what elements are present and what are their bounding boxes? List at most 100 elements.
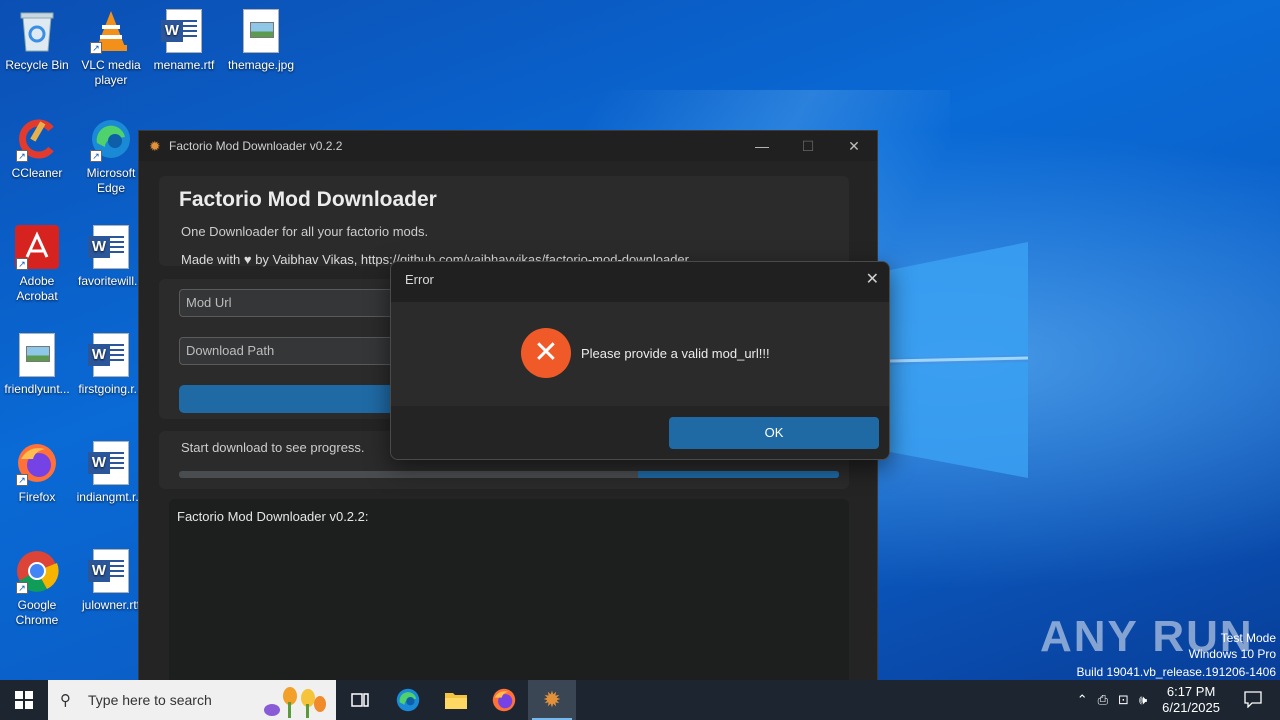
windows-logo-wallpaper (889, 242, 1029, 478)
dialog-titlebar[interactable]: Error ✕ (391, 262, 889, 302)
error-icon: ✕ (521, 328, 571, 378)
minimize-button[interactable]: — (739, 131, 785, 161)
dialog-close-button[interactable]: ✕ (866, 262, 879, 298)
desktop-icon-themage[interactable]: themage.jpg (225, 8, 297, 73)
vlc-icon: ↗ (88, 8, 134, 54)
clock-date: 6/21/2025 (1162, 700, 1220, 715)
dialog-body: ✕ Please provide a valid mod_url!!! (391, 302, 889, 406)
clock-time: 6:17 PM (1166, 684, 1216, 699)
start-button[interactable] (0, 680, 48, 720)
image-file-icon (14, 332, 60, 378)
desktop-icon-label: favoritewill... (77, 274, 145, 288)
error-dialog: Error ✕ ✕ Please provide a valid mod_url… (390, 261, 890, 460)
desktop-icon-recycle-bin[interactable]: Recycle Bin (1, 8, 73, 73)
taskbar-firefox[interactable] (480, 680, 528, 720)
progress-status: Start download to see progress. (181, 440, 365, 455)
dialog-message: Please provide a valid mod_url!!! (581, 346, 770, 361)
header-panel: Factorio Mod Downloader One Downloader f… (159, 176, 849, 267)
search-placeholder: Type here to search (88, 692, 212, 708)
window-controls: — ☐ ✕ (739, 131, 877, 161)
dialog-title: Error (405, 272, 434, 287)
network-icon[interactable]: ⊡ (1113, 692, 1134, 708)
desktop-icon-label: Google Chrome (15, 598, 59, 627)
taskbar-file-explorer[interactable] (432, 680, 480, 720)
progress-bar-fill (637, 471, 839, 478)
gear-icon: ✹ (542, 687, 562, 712)
app-titlebar[interactable]: ✹ Factorio Mod Downloader v0.2.2 — ☐ ✕ (139, 131, 877, 161)
shortcut-arrow-icon: ↗ (90, 150, 102, 162)
edge-icon: ↗ (88, 116, 134, 162)
volume-icon[interactable]: 🕪 (1134, 692, 1152, 708)
watermark-edition: Windows 10 Pro (1188, 647, 1276, 661)
shortcut-arrow-icon: ↗ (90, 42, 102, 54)
desktop-icon-chrome[interactable]: ↗ Google Chrome (1, 548, 73, 628)
word-document-icon: W (161, 8, 207, 54)
desktop-icon-label: Firefox (18, 490, 56, 504)
edge-icon (396, 688, 420, 712)
shortcut-arrow-icon: ↗ (16, 258, 28, 270)
app-subtitle: One Downloader for all your factorio mod… (181, 224, 429, 239)
word-document-icon: W (88, 332, 134, 378)
chrome-icon: ↗ (14, 548, 60, 594)
chevron-up-icon[interactable]: ⌃ (1072, 692, 1093, 708)
system-tray: ⌃ ⎙ ⊡ 🕪 6:17 PM 6/21/2025 (1072, 680, 1280, 720)
desktop-icon-label: julowner.rtf (81, 598, 141, 612)
notification-icon[interactable] (1230, 690, 1280, 711)
tulips-decoration-icon (264, 687, 326, 718)
desktop-icon-label: CCleaner (11, 166, 63, 180)
desktop-icon-vlc[interactable]: ↗ VLC media player (75, 8, 147, 88)
desktop-icon-julowner[interactable]: W julowner.rtf (75, 548, 147, 613)
desktop-icon-friendlyunt[interactable]: friendlyunt... (1, 332, 73, 397)
firefox-icon: ↗ (14, 440, 60, 486)
desktop-icon-ccleaner[interactable]: ↗ CCleaner (1, 116, 73, 181)
search-icon: ⚲ (60, 692, 71, 709)
progress-bar (179, 471, 839, 478)
taskbar-edge[interactable] (384, 680, 432, 720)
desktop-icon-label: themage.jpg (227, 58, 295, 72)
desktop-icon-label: mename.rtf (153, 58, 215, 72)
word-document-icon: W (88, 224, 134, 270)
taskbar-search-box[interactable]: ⚲ Type here to search (48, 680, 336, 720)
desktop-icon-favoritewill[interactable]: W favoritewill... (75, 224, 147, 289)
ok-button[interactable]: OK (669, 417, 879, 449)
desktop-icon-indiangmt[interactable]: W indiangmt.r... (75, 440, 147, 505)
desktop-icon-label: VLC media player (81, 58, 141, 87)
taskbar: ⚲ Type here to search ✹ ⌃ ⎙ ⊡ 🕪 6:17 PM … (0, 680, 1280, 720)
windows-start-icon (15, 691, 33, 709)
image-file-icon (238, 8, 284, 54)
desktop-icon-label: friendlyunt... (4, 382, 70, 396)
firefox-icon (492, 688, 516, 712)
shortcut-arrow-icon: ↗ (16, 474, 28, 486)
dialog-footer: OK (391, 406, 889, 459)
desktop-icon-label: Adobe Acrobat (16, 274, 58, 303)
desktop-icon-firefox[interactable]: ↗ Firefox (1, 440, 73, 505)
ccleaner-icon: ↗ (14, 116, 60, 162)
shortcut-arrow-icon: ↗ (16, 582, 28, 594)
desktop-icon-label: Recycle Bin (5, 58, 69, 72)
maximize-button[interactable]: ☐ (785, 131, 831, 161)
recycle-bin-icon (14, 8, 60, 54)
task-view-button[interactable] (336, 680, 384, 720)
word-document-icon: W (88, 548, 134, 594)
gear-icon: ✹ (149, 138, 161, 154)
shortcut-arrow-icon: ↗ (16, 150, 28, 162)
task-view-icon (351, 693, 369, 707)
desktop-icon-label: indiangmt.r... (76, 490, 146, 504)
acrobat-icon: ↗ (14, 224, 60, 270)
clock[interactable]: 6:17 PM 6/21/2025 (1152, 684, 1230, 716)
desktop-icon-edge[interactable]: ↗ Microsoft Edge (75, 116, 147, 196)
folder-icon (445, 693, 467, 709)
desktop-icon-label: firstgoing.r... (78, 382, 144, 396)
desktop-icon-firstgoing[interactable]: W firstgoing.r... (75, 332, 147, 397)
window-title: Factorio Mod Downloader v0.2.2 (169, 139, 343, 153)
word-document-icon: W (88, 440, 134, 486)
watermark-test-mode: Test Mode (1220, 631, 1276, 645)
watermark-build: Build 19041.vb_release.191206-1406 (1076, 665, 1277, 679)
taskbar-factorio-mod-downloader[interactable]: ✹ (528, 680, 576, 720)
desktop-icon-label: Microsoft Edge (86, 166, 136, 195)
log-text: Factorio Mod Downloader v0.2.2: (177, 509, 369, 524)
desktop-icon-mename[interactable]: W mename.rtf (148, 8, 220, 73)
desktop-icon-acrobat[interactable]: ↗ Adobe Acrobat (1, 224, 73, 304)
close-button[interactable]: ✕ (831, 131, 877, 161)
meet-now-icon[interactable]: ⎙ (1093, 692, 1113, 708)
